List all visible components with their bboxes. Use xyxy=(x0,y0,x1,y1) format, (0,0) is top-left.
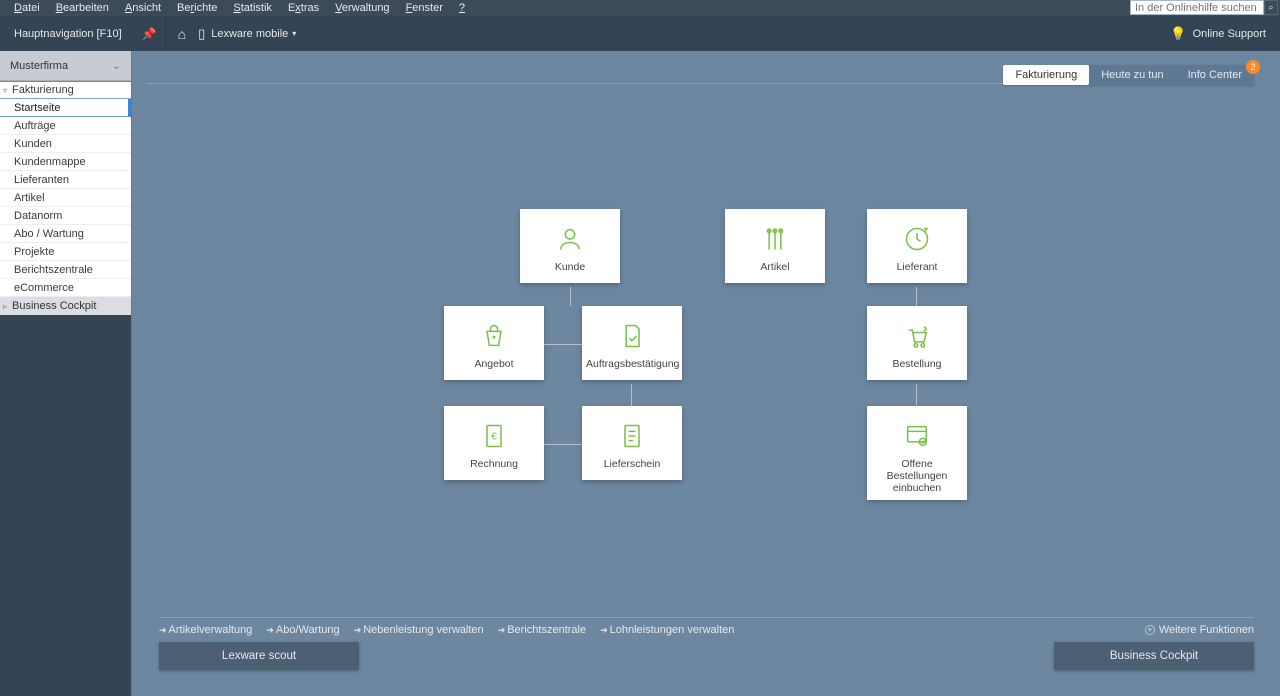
link-weitere-funktionen[interactable]: + Weitere Funktionen xyxy=(1145,624,1254,636)
company-name: Musterfirma xyxy=(10,60,68,72)
menu-fenster[interactable]: Fenster xyxy=(398,1,451,15)
tile-bestellung[interactable]: Bestellung xyxy=(867,306,967,380)
offer-icon xyxy=(448,320,540,352)
search-icon: ⌕ xyxy=(1268,2,1273,13)
info-center-badge: 2 xyxy=(1246,60,1260,74)
help-search-button[interactable]: ⌕ xyxy=(1264,0,1278,15)
section-label: Business Cockpit xyxy=(12,300,96,312)
hauptnavigation-label[interactable]: Hauptnavigation [F10] xyxy=(0,16,134,51)
menu-bearbeiten[interactable]: Bearbeiten xyxy=(48,1,117,15)
business-cockpit-button[interactable]: Business Cockpit xyxy=(1054,642,1254,670)
tile-label: Bestellung xyxy=(871,358,963,370)
tile-label: Lieferant xyxy=(871,261,963,273)
customer-icon xyxy=(524,223,616,255)
connector xyxy=(631,384,632,406)
menu-ansicht[interactable]: Ansicht xyxy=(117,1,169,15)
pin-icon[interactable]: 📌 xyxy=(134,16,166,51)
menu-help[interactable]: ? xyxy=(451,1,473,15)
tile-artikel[interactable]: Artikel xyxy=(725,209,825,283)
company-selector[interactable]: Musterfirma ⌄ xyxy=(0,51,131,81)
svg-text:€: € xyxy=(491,431,497,443)
sidebar-item-startseite[interactable]: Startseite xyxy=(0,99,131,117)
sidebar-item-kundenmappe[interactable]: Kundenmappe xyxy=(0,153,131,171)
connector xyxy=(916,384,917,406)
divider xyxy=(159,617,1254,618)
sidebar-item-projekte[interactable]: Projekte xyxy=(0,243,131,261)
chevron-down-icon: ⌄ xyxy=(112,59,121,72)
tile-rechnung[interactable]: € Rechnung xyxy=(444,406,544,480)
connector xyxy=(544,344,582,345)
lexware-scout-button[interactable]: Lexware scout xyxy=(159,642,359,670)
menu-statistik[interactable]: Statistik xyxy=(225,1,280,15)
book-orders-icon xyxy=(871,420,963,452)
tile-label: Lieferschein xyxy=(586,458,678,470)
article-icon xyxy=(729,223,821,255)
menu-bar: Datei Bearbeiten Ansicht Berichte Statis… xyxy=(0,0,1280,16)
tile-offene-bestellungen[interactable]: Offene Bestellungen einbuchen xyxy=(867,406,967,500)
sidebar-section-fakturierung[interactable]: ▿ Fakturierung xyxy=(0,81,131,99)
tile-kunde[interactable]: Kunde xyxy=(520,209,620,283)
online-support-label: Online Support xyxy=(1193,28,1266,40)
tile-label: Angebot xyxy=(448,358,540,370)
lightbulb-icon: 💡 xyxy=(1170,26,1186,42)
delivery-note-icon xyxy=(586,420,678,452)
sidebar-item-berichtszentrale[interactable]: Berichtszentrale xyxy=(0,261,131,279)
menu-extras[interactable]: Extras xyxy=(280,1,327,15)
sidebar: Musterfirma ⌄ ▿ Fakturierung Startseite … xyxy=(0,51,132,696)
lexware-mobile-label: Lexware mobile xyxy=(211,28,288,40)
main-area: 2 Fakturierung Heute zu tun Info Center … xyxy=(133,51,1280,696)
order-icon xyxy=(871,320,963,352)
connector xyxy=(916,287,917,306)
tab-heute-zu-tun[interactable]: Heute zu tun xyxy=(1089,65,1175,85)
invoice-icon: € xyxy=(448,420,540,452)
link-abo-wartung[interactable]: ➔Abo/Wartung xyxy=(266,624,339,636)
collapse-icon: ▹ xyxy=(3,302,7,311)
link-artikelverwaltung[interactable]: ➔Artikelverwaltung xyxy=(159,624,252,636)
tile-angebot[interactable]: Angebot xyxy=(444,306,544,380)
toolbar: Hauptnavigation [F10] 📌 ⌂ ▯ Lexware mobi… xyxy=(0,16,1280,51)
expand-icon: ▿ xyxy=(3,86,7,95)
sidebar-item-artikel[interactable]: Artikel xyxy=(0,189,131,207)
tile-label: Artikel xyxy=(729,261,821,273)
supplier-icon xyxy=(871,223,963,255)
tile-auftragsbestaetigung[interactable]: Auftragsbestätigung xyxy=(582,306,682,380)
link-nebenleistung[interactable]: ➔Nebenleistung verwalten xyxy=(354,624,484,636)
sidebar-item-abo-wartung[interactable]: Abo / Wartung xyxy=(0,225,131,243)
sidebar-item-auftraege[interactable]: Aufträge xyxy=(0,117,131,135)
tile-label: Rechnung xyxy=(448,458,540,470)
connector xyxy=(570,287,571,306)
menu-verwaltung[interactable]: Verwaltung xyxy=(327,1,397,15)
tab-fakturierung[interactable]: Fakturierung xyxy=(1003,65,1089,85)
mobile-icon: ▯ xyxy=(198,26,205,42)
home-icon[interactable]: ⌂ xyxy=(166,16,198,51)
quick-links: ➔Artikelverwaltung ➔Abo/Wartung ➔Nebenle… xyxy=(159,624,1254,636)
order-confirmation-icon xyxy=(586,320,678,352)
view-tabs: Fakturierung Heute zu tun Info Center xyxy=(1003,65,1254,85)
help-search-input[interactable] xyxy=(1130,0,1264,15)
tab-info-center[interactable]: Info Center xyxy=(1176,65,1254,85)
plus-icon: + xyxy=(1145,625,1155,635)
tile-lieferant[interactable]: Lieferant xyxy=(867,209,967,283)
tile-label: Auftragsbestätigung xyxy=(586,358,678,370)
sidebar-item-kunden[interactable]: Kunden xyxy=(0,135,131,153)
menu-berichte[interactable]: Berichte xyxy=(169,1,225,15)
tile-label: Kunde xyxy=(524,261,616,273)
lexware-mobile-dropdown[interactable]: ▯ Lexware mobile ▾ xyxy=(198,16,296,51)
link-lohnleistungen[interactable]: ➔Lohnleistungen verwalten xyxy=(600,624,734,636)
tile-lieferschein[interactable]: Lieferschein xyxy=(582,406,682,480)
tile-label: Offene Bestellungen einbuchen xyxy=(871,458,963,494)
sidebar-item-datanorm[interactable]: Datanorm xyxy=(0,207,131,225)
chevron-down-icon: ▾ xyxy=(292,29,296,38)
link-berichtszentrale[interactable]: ➔Berichtszentrale xyxy=(498,624,586,636)
menu-datei[interactable]: Datei xyxy=(6,1,48,15)
section-label: Fakturierung xyxy=(12,84,74,96)
sidebar-section-business-cockpit[interactable]: ▹ Business Cockpit xyxy=(0,297,131,315)
sidebar-item-ecommerce[interactable]: eCommerce xyxy=(0,279,131,297)
online-support-button[interactable]: 💡 Online Support xyxy=(1160,16,1276,51)
connector xyxy=(544,444,582,445)
sidebar-item-lieferanten[interactable]: Lieferanten xyxy=(0,171,131,189)
